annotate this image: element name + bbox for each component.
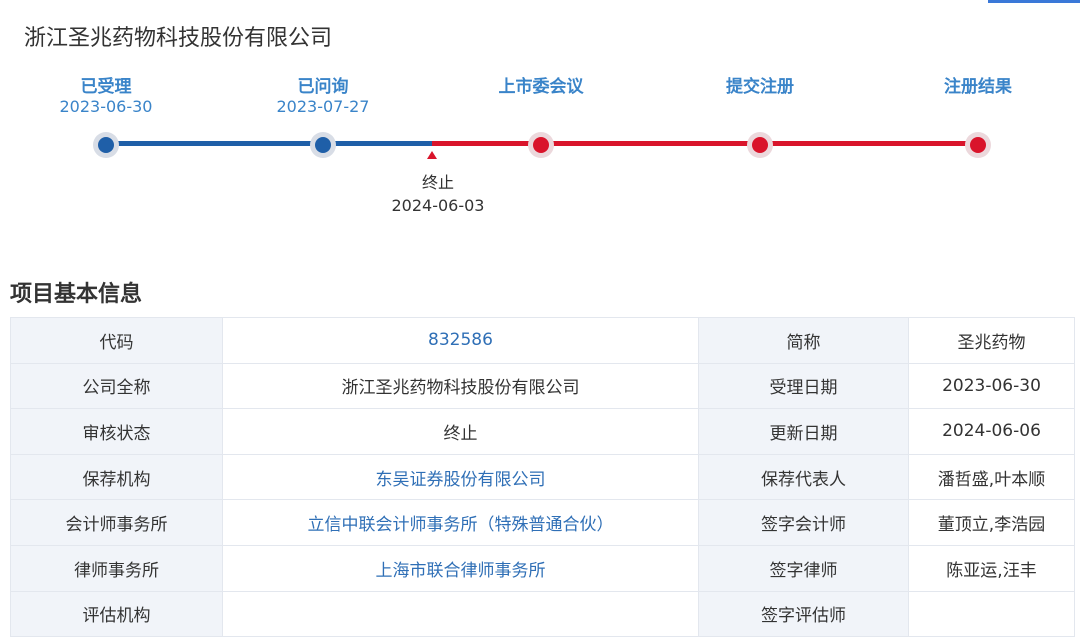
field-value: 浙江圣兆药物科技股份有限公司 (222, 362, 699, 410)
table-row: 会计师事务所 立信中联会计师事务所（特殊普通合伙） 签字会计师 董顶立,李浩园 (10, 499, 1075, 546)
table-row: 保荐机构 东吴证券股份有限公司 保荐代表人 潘哲盛,叶本顺 (10, 453, 1075, 501)
accounting-firm-link[interactable]: 立信中联会计师事务所（特殊普通合伙） (222, 499, 699, 546)
sponsor-institution-link[interactable]: 东吴证券股份有限公司 (222, 453, 699, 501)
stage-node-listing-committee (528, 132, 554, 158)
stage-label-listing-committee: 上市委会议 (498, 77, 584, 97)
stage-label-inquired: 已问询 (297, 77, 349, 97)
table-row: 评估机构 签字评估师 (10, 590, 1075, 638)
project-info-table: 代码 832586 简称 圣兆药物 公司全称 浙江圣兆药物科技股份有限公司 受理… (10, 317, 1075, 638)
table-row: 代码 832586 简称 圣兆药物 (10, 317, 1075, 364)
field-label: 律师事务所 (10, 544, 223, 592)
stage-label-registration-result: 注册结果 (944, 77, 1012, 97)
field-label: 公司全称 (10, 362, 223, 410)
field-label: 保荐机构 (10, 453, 223, 501)
termination-date: 2024-06-03 (391, 196, 485, 215)
termination-label: 终止 (421, 173, 454, 192)
stage-node-registration-result (965, 132, 991, 158)
field-value (222, 590, 699, 638)
table-row: 审核状态 终止 更新日期 2024-06-06 (10, 408, 1075, 455)
stage-node-accepted (93, 132, 119, 158)
field-label: 简称 (698, 317, 909, 364)
company-title: 浙江圣兆药物科技股份有限公司 (24, 26, 333, 51)
field-label: 签字会计师 (698, 499, 909, 546)
section-title-basic-info: 项目基本信息 (10, 282, 143, 307)
field-value: 陈亚运,汪丰 (908, 544, 1075, 592)
field-label: 评估机构 (10, 590, 223, 638)
top-accent-bar (988, 0, 1080, 3)
field-value (908, 590, 1075, 638)
timeline-progress-completed (106, 141, 432, 146)
field-value: 圣兆药物 (908, 317, 1075, 364)
field-label: 代码 (10, 317, 223, 364)
field-value: 潘哲盛,叶本顺 (908, 453, 1075, 501)
table-row: 律师事务所 上海市联合律师事务所 签字律师 陈亚运,汪丰 (10, 544, 1075, 592)
field-label: 签字律师 (698, 544, 909, 592)
field-label: 签字评估师 (698, 590, 909, 638)
field-value: 董顶立,李浩园 (908, 499, 1075, 546)
stock-code-link[interactable]: 832586 (222, 317, 699, 364)
field-label: 保荐代表人 (698, 453, 909, 501)
law-firm-link[interactable]: 上海市联合律师事务所 (222, 544, 699, 592)
timeline-progress-pending (432, 141, 978, 146)
table-row: 公司全称 浙江圣兆药物科技股份有限公司 受理日期 2023-06-30 (10, 362, 1075, 410)
termination-marker-icon (427, 151, 437, 159)
stage-date-accepted: 2023-06-30 (59, 97, 153, 116)
field-label: 受理日期 (698, 362, 909, 410)
field-value: 2024-06-06 (908, 408, 1075, 455)
stage-node-submit-registration (747, 132, 773, 158)
stage-label-accepted: 已受理 (80, 77, 132, 97)
field-value: 2023-06-30 (908, 362, 1075, 410)
field-label: 审核状态 (10, 408, 223, 455)
stage-node-inquired (310, 132, 336, 158)
field-label: 会计师事务所 (10, 499, 223, 546)
stage-label-submit-registration: 提交注册 (726, 77, 794, 97)
field-label: 更新日期 (698, 408, 909, 455)
field-value: 终止 (222, 408, 699, 455)
stage-date-inquired: 2023-07-27 (276, 97, 370, 116)
review-progress-timeline: 已受理 2023-06-30 已问询 2023-07-27 上市委会议 提交注册… (0, 60, 1080, 230)
